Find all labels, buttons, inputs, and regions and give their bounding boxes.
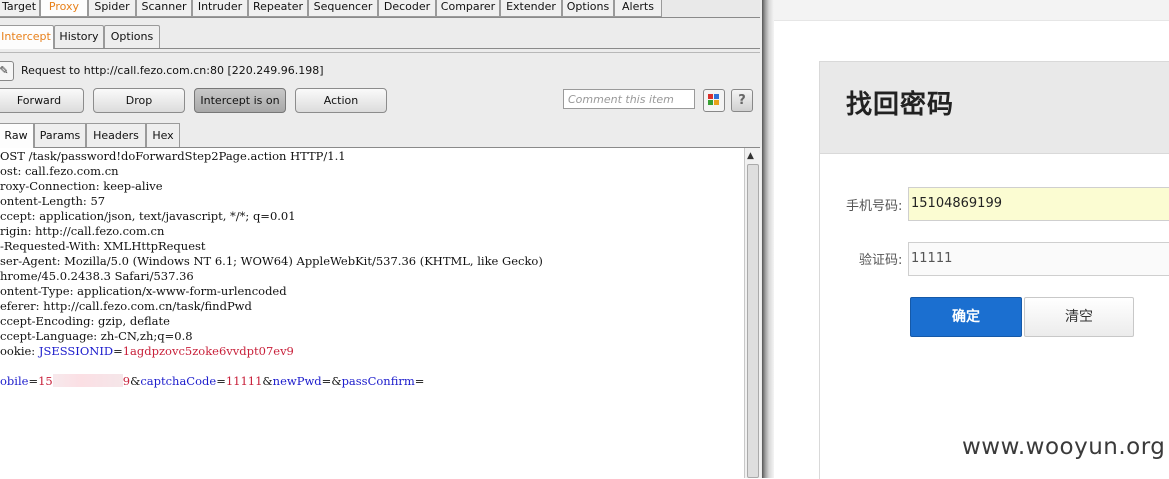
tab-decoder[interactable]: Decoder [378, 0, 436, 17]
body-line: obile=15 9&captchaCode=11111&newPwd=&pass… [0, 374, 424, 389]
captcha-value: 11111 [225, 374, 263, 388]
param-newpwd: newPwd [272, 374, 322, 388]
tab-proxy-options[interactable]: Options [104, 25, 160, 48]
clear-button[interactable]: 清空 [1024, 297, 1134, 337]
equals: = [414, 374, 425, 388]
captcha-label: 验证码: [859, 253, 903, 268]
color-square-red [708, 94, 713, 99]
password-reset-card: 找回密码 手机号码: 15104869199 验证码: 11111 确定 清空 [819, 61, 1169, 479]
param-captcha: captchaCode [140, 374, 217, 388]
divider [0, 52, 760, 53]
phone-input[interactable]: 15104869199 [908, 187, 1169, 221]
tab-options[interactable]: Options [562, 0, 614, 17]
page-top-band [774, 0, 1169, 21]
header-line: rigin: http://call.fezo.com.cn [0, 224, 165, 238]
forward-button[interactable]: Forward [0, 88, 84, 113]
tab-comparer[interactable]: Comparer [436, 0, 500, 17]
header-line: ontent-Type: application/x-www-form-urle… [0, 284, 287, 298]
header-line: -Requested-With: XMLHttpRequest [0, 239, 206, 253]
header-line: hrome/45.0.2438.3 Safari/537.36 [0, 269, 194, 283]
header-line: ser-Agent: Mozilla/5.0 (Windows NT 6.1; … [0, 254, 543, 268]
header-line: ccept: application/json, text/javascript… [0, 209, 296, 223]
browser-page: 找回密码 手机号码: 15104869199 验证码: 11111 确定 清空 … [774, 0, 1169, 479]
tab-intercept[interactable]: Intercept [0, 25, 54, 49]
header-line: ccept-Encoding: gzip, deflate [0, 314, 170, 328]
ampersand: & [331, 374, 342, 388]
cookie-equals: = [113, 344, 123, 358]
tab-alerts[interactable]: Alerts [614, 0, 662, 17]
tab-repeater[interactable]: Repeater [248, 0, 308, 17]
tab-raw[interactable]: Raw [0, 123, 34, 148]
main-tab-bar: Target Proxy Spider Scanner Intruder Rep… [0, 0, 760, 18]
card-header: 找回密码 [820, 62, 1169, 154]
color-square-green [708, 100, 713, 105]
color-square-yellow [714, 100, 719, 105]
page-title: 找回密码 [846, 90, 955, 120]
comment-input[interactable]: Comment this item [563, 89, 695, 109]
header-line: ccept-Language: zh-CN,zh;q=0.8 [0, 329, 193, 343]
param-passconfirm: passConfirm [341, 374, 415, 388]
tab-target[interactable]: Target [0, 0, 40, 17]
request-line: OST /task/password!doForwardStep2Page.ac… [0, 149, 346, 163]
redaction-mark [52, 374, 123, 387]
tab-proxy[interactable]: Proxy [40, 0, 88, 17]
scrollbar-thumb[interactable] [747, 164, 759, 478]
tab-spider[interactable]: Spider [88, 0, 136, 17]
equals: = [216, 374, 226, 388]
raw-request-editor[interactable]: OST /task/password!doForwardStep2Page.ac… [0, 148, 744, 478]
help-icon[interactable]: ? [731, 89, 753, 112]
drop-button[interactable]: Drop [93, 88, 185, 113]
mobile-value-start: 15 [38, 374, 53, 388]
mobile-value-end: 9 [122, 374, 131, 388]
action-button[interactable]: Action [295, 88, 387, 113]
burp-window: Target Proxy Spider Scanner Intruder Rep… [0, 0, 762, 478]
tab-hex[interactable]: Hex [146, 123, 180, 147]
scroll-up-icon[interactable]: ▲ [747, 151, 754, 161]
tab-intruder[interactable]: Intruder [192, 0, 248, 17]
vertical-scrollbar[interactable]: ▲ [744, 148, 761, 478]
phone-label: 手机号码: [846, 199, 903, 214]
highlight-color-icon[interactable] [703, 89, 725, 112]
tab-sequencer[interactable]: Sequencer [308, 0, 378, 17]
tab-params[interactable]: Params [34, 123, 86, 147]
color-square-blue [714, 94, 719, 99]
captcha-input[interactable]: 11111 [908, 242, 1169, 276]
param-mobile: obile [0, 374, 29, 388]
tab-history[interactable]: History [54, 25, 104, 48]
intercept-toggle-button[interactable]: Intercept is on [194, 88, 286, 113]
cookie-prefix: ookie: [0, 344, 39, 358]
proxy-tab-bar: Intercept History Options [0, 24, 760, 49]
request-target-label: Request to http://call.fezo.com.cn:80 [2… [21, 64, 324, 77]
header-line: ontent-Length: 57 [0, 194, 106, 208]
message-view-tab-bar: Raw Params Headers Hex [0, 122, 760, 148]
ampersand: & [130, 374, 141, 388]
confirm-button[interactable]: 确定 [910, 297, 1022, 337]
header-line: eferer: http://call.fezo.com.cn/task/fin… [0, 299, 252, 313]
pencil-icon[interactable]: ✎ [0, 61, 14, 81]
window-edge-shadow [762, 0, 774, 478]
watermark: www.wooyun.org [962, 434, 1166, 460]
cookie-value: 1agdpzovc5zoke6vvdpt07ev9 [122, 344, 294, 358]
equals: = [28, 374, 39, 388]
tab-headers[interactable]: Headers [86, 123, 146, 147]
cookie-name: JSESSIONID [38, 344, 114, 358]
tab-scanner[interactable]: Scanner [136, 0, 192, 17]
cookie-line: ookie: JSESSIONID=1agdpzovc5zoke6vvdpt07… [0, 344, 294, 359]
tab-extender[interactable]: Extender [500, 0, 562, 17]
equals: = [321, 374, 332, 388]
header-line: roxy-Connection: keep-alive [0, 179, 163, 193]
ampersand: & [262, 374, 273, 388]
header-line: ost: call.fezo.com.cn [0, 164, 119, 178]
